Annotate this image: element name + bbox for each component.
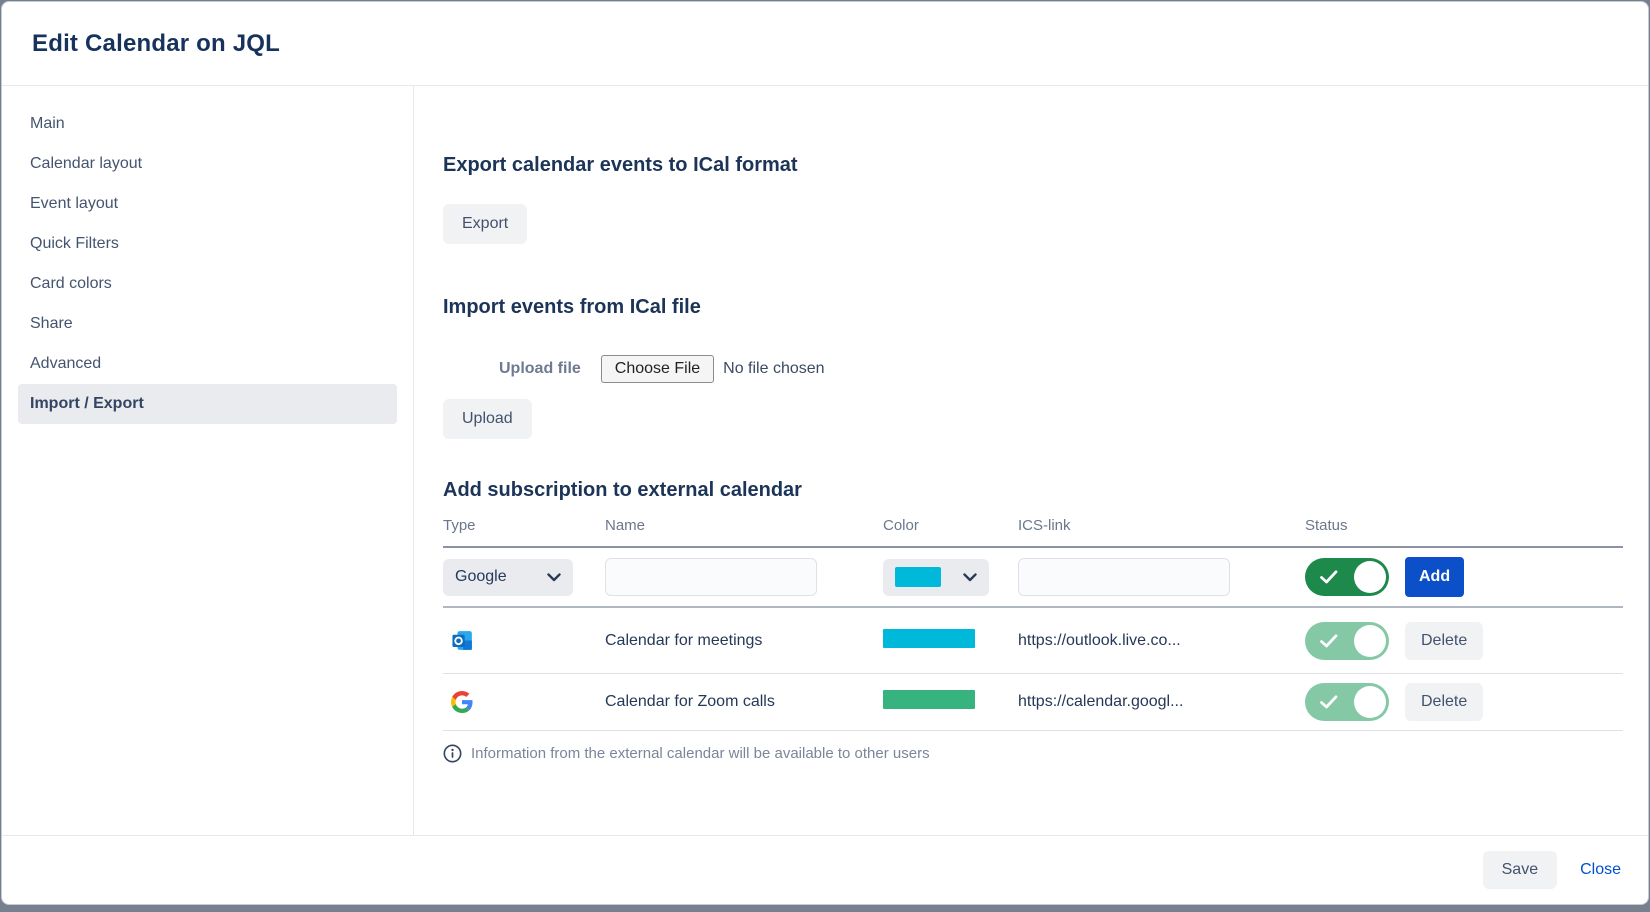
subscription-ics-link: https://calendar.googl... (1018, 693, 1305, 711)
subscription-ics-link: https://outlook.live.co... (1018, 632, 1305, 650)
outlook-icon (451, 629, 475, 652)
no-file-chosen-text: No file chosen (723, 360, 824, 378)
page-title: Edit Calendar on JQL (32, 30, 280, 58)
check-icon (1320, 695, 1338, 709)
column-header-status: Status (1305, 517, 1405, 534)
upload-file-row: Upload file Choose File No file chosen (443, 354, 1623, 384)
name-input[interactable] (605, 558, 817, 596)
toggle-knob (1354, 686, 1386, 718)
subscription-color-bar (883, 629, 975, 648)
table-row: Calendar for Zoom calls https://calendar… (443, 674, 1623, 731)
column-header-name: Name (605, 517, 883, 534)
export-section-heading: Export calendar events to ICal format (443, 152, 1623, 178)
check-icon (1320, 634, 1338, 648)
sidebar-item-share[interactable]: Share (18, 304, 397, 344)
dialog-footer: Save Close (2, 835, 1648, 904)
dialog-header: Edit Calendar on JQL (2, 2, 1648, 86)
delete-button[interactable]: Delete (1405, 683, 1483, 721)
table-header-row: Type Name Color ICS-link Status (443, 511, 1623, 548)
subscription-color-bar (883, 690, 975, 709)
add-button[interactable]: Add (1405, 557, 1464, 597)
subscription-name: Calendar for Zoom calls (605, 693, 883, 711)
subscriptions-heading: Add subscription to external calendar (443, 477, 1623, 503)
ics-link-input[interactable] (1018, 558, 1230, 596)
subscriptions-table: Type Name Color ICS-link Status Google (443, 511, 1623, 763)
save-button[interactable]: Save (1483, 851, 1557, 889)
choose-file-button[interactable]: Choose File (601, 355, 714, 383)
add-subscription-row: Google (443, 548, 1623, 608)
info-note-row: Information from the external calendar w… (443, 744, 1623, 763)
type-select-value: Google (455, 568, 507, 586)
toggle-knob (1354, 625, 1386, 657)
sidebar-item-advanced[interactable]: Advanced (18, 344, 397, 384)
dialog-body: Main Calendar layout Event layout Quick … (2, 86, 1648, 835)
sidebar-item-quick-filters[interactable]: Quick Filters (18, 224, 397, 264)
upload-file-label: Upload file (499, 360, 581, 378)
column-header-type: Type (443, 517, 605, 534)
sidebar-item-card-colors[interactable]: Card colors (18, 264, 397, 304)
subscription-name: Calendar for meetings (605, 632, 883, 650)
sidebar-item-event-layout[interactable]: Event layout (18, 184, 397, 224)
sidebar-item-main[interactable]: Main (18, 104, 397, 144)
google-icon (451, 691, 475, 713)
sidebar-item-calendar-layout[interactable]: Calendar layout (18, 144, 397, 184)
type-select[interactable]: Google (443, 559, 573, 596)
table-row: Calendar for meetings https://outlook.li… (443, 608, 1623, 674)
color-select[interactable] (883, 559, 989, 596)
chevron-down-icon (963, 573, 977, 582)
status-toggle[interactable] (1305, 683, 1389, 721)
chevron-down-icon (547, 573, 561, 582)
edit-calendar-dialog: Edit Calendar on JQL Main Calendar layou… (1, 1, 1649, 905)
column-header-ics: ICS-link (1018, 517, 1305, 534)
export-button[interactable]: Export (443, 204, 527, 244)
status-toggle[interactable] (1305, 622, 1389, 660)
upload-button[interactable]: Upload (443, 399, 532, 439)
toggle-knob (1354, 561, 1386, 593)
close-link[interactable]: Close (1580, 861, 1621, 879)
color-swatch (895, 567, 941, 587)
content-panel: Export calendar events to ICal format Ex… (414, 86, 1649, 835)
check-icon (1320, 570, 1338, 584)
delete-button[interactable]: Delete (1405, 622, 1483, 660)
info-icon (443, 744, 462, 763)
status-toggle[interactable] (1305, 558, 1389, 596)
column-header-color: Color (883, 517, 1018, 534)
sidebar-item-import-export[interactable]: Import / Export (18, 384, 397, 424)
sidebar: Main Calendar layout Event layout Quick … (2, 86, 414, 835)
import-section-heading: Import events from ICal file (443, 294, 1623, 320)
info-note-text: Information from the external calendar w… (471, 745, 930, 762)
